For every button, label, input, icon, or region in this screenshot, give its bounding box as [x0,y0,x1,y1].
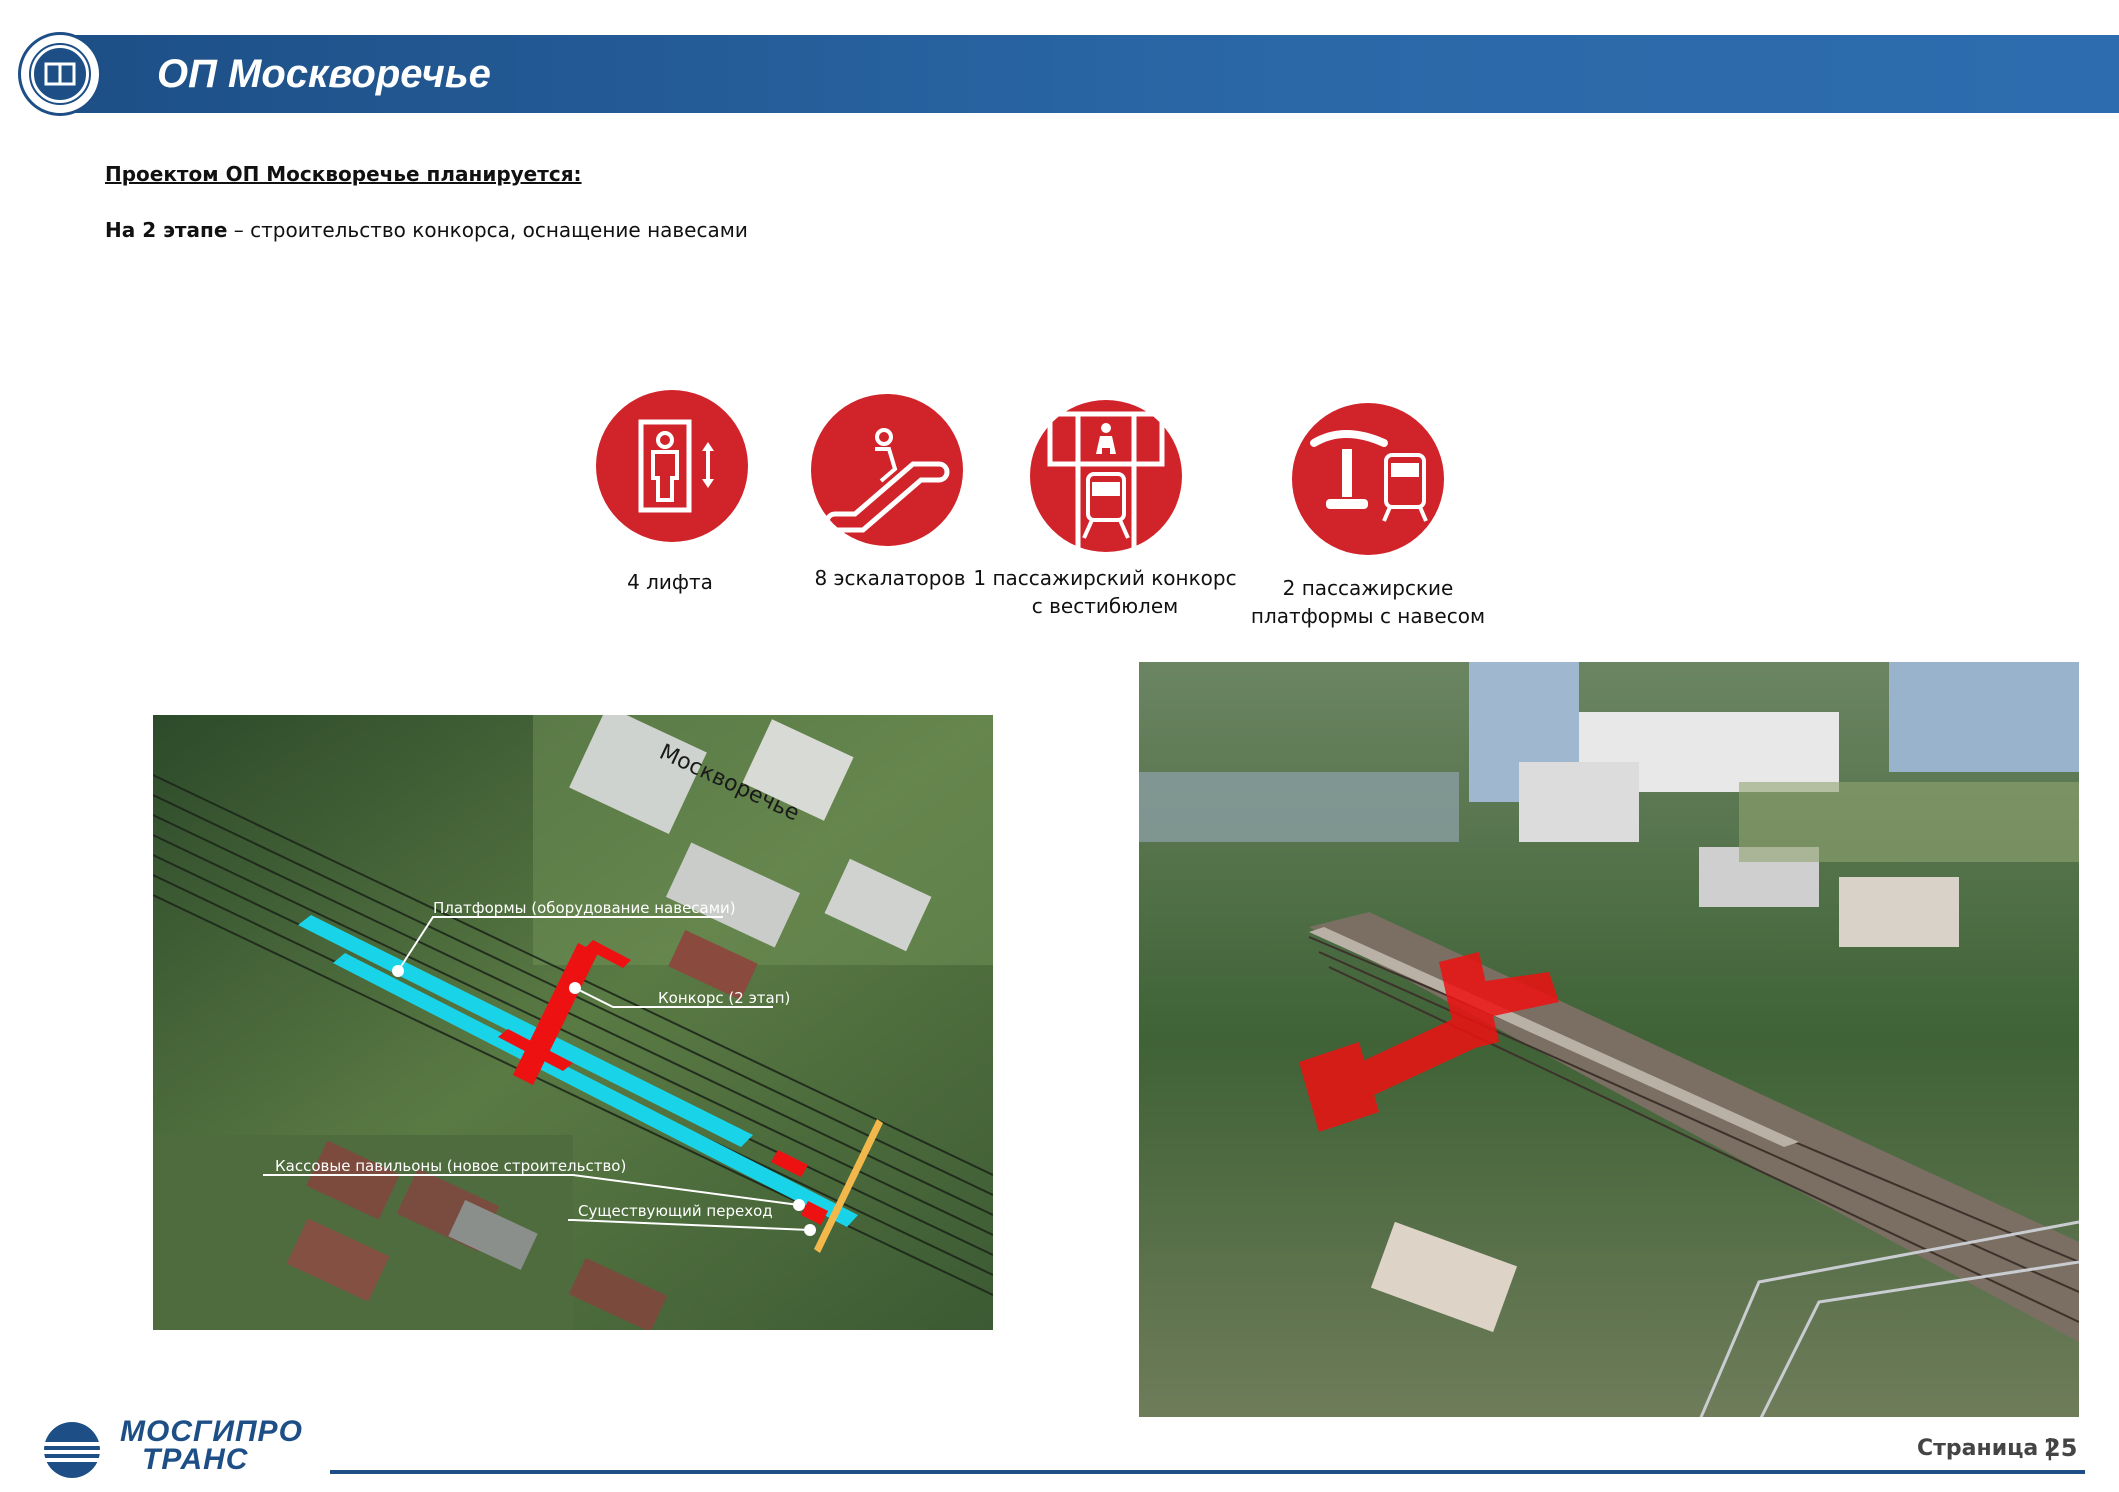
caption-elevators: 4 лифта [627,570,713,594]
stage-description: На 2 этапе – строительство конкорса, осн… [105,218,748,242]
caption-concourse: 1 пассажирский конкорс с вестибюлем [973,566,1237,618]
mosgiprotrans-logo-icon [42,1420,108,1480]
map-label-ticket-pavilions: Кассовые павильоны (новое строительство) [275,1157,626,1175]
escalator-icon [811,394,963,546]
page-label: Страница | [1917,1436,2054,1461]
site-plan-map: Платформы (оборудование навесами) Конкор… [153,715,993,1330]
brand-name: МОСГИПРО ТРАНС [120,1415,303,1476]
aerial-visualization [1139,662,2079,1417]
intro-heading: Проектом ОП Москворечье планируется: [105,162,582,186]
platform-canopy-icon [1292,403,1444,555]
book-logo-icon [18,32,102,116]
page-title: ОП Москворечье [157,52,491,96]
map-label-platforms: Платформы (оборудование навесами) [433,899,736,917]
elevator-icon [596,390,748,542]
map-label-existing-passage: Существующий переход [578,1202,773,1220]
map-label-concourse: Конкорс (2 этап) [658,989,790,1007]
footer-divider [330,1470,2085,1474]
page-number: 25 [2044,1434,2078,1462]
caption-platforms: 2 пассажирские платформы с навесом [1250,576,1486,628]
concourse-icon [1030,400,1182,552]
